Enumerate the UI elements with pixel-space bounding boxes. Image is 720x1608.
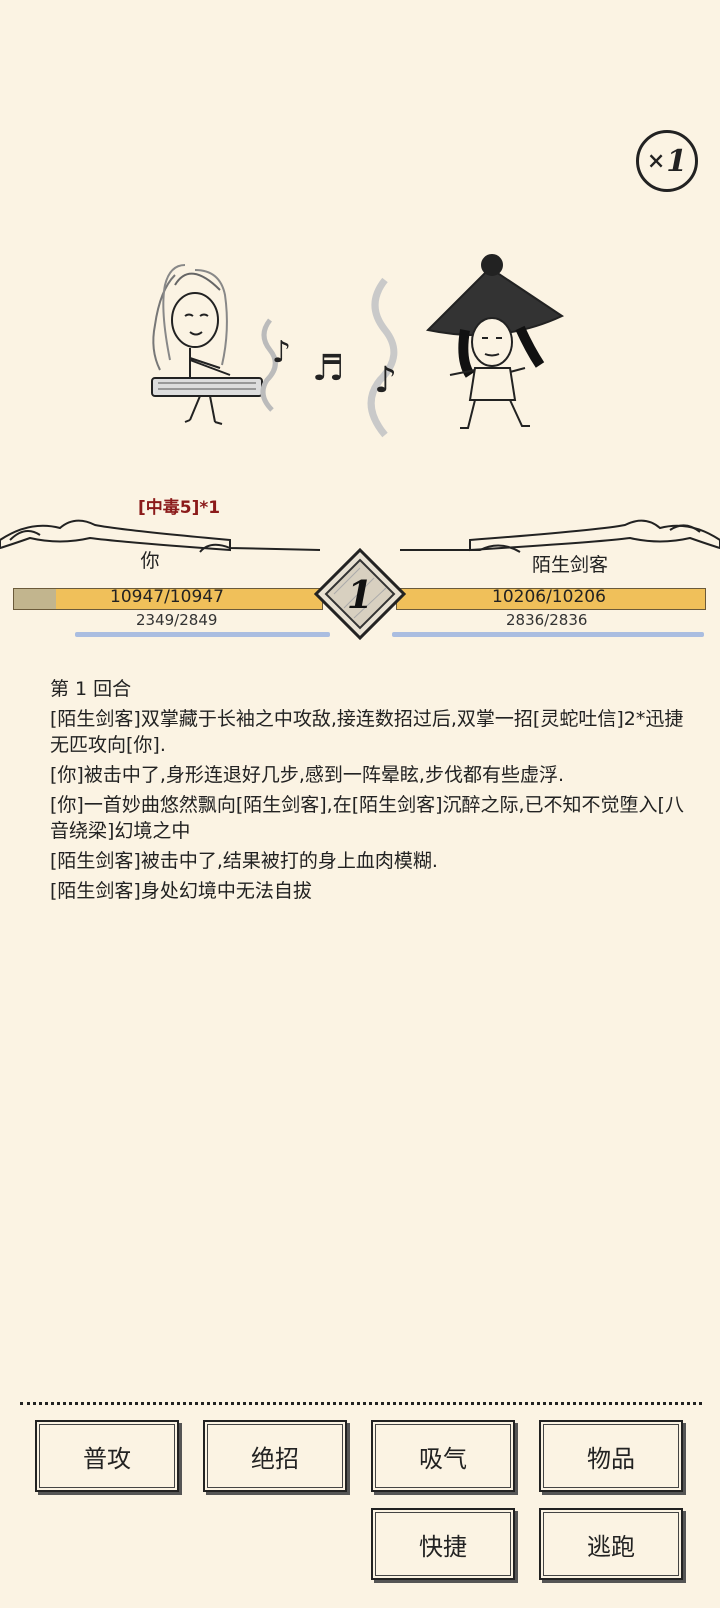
player-mp-value: 2349/2849: [136, 611, 218, 629]
player-mp-bar: [75, 632, 330, 637]
speed-prefix: ×: [646, 148, 666, 174]
enemy-hp-value: 10206/10206: [492, 587, 606, 607]
music-note-icon: ♬: [312, 348, 344, 389]
music-aura-right: [367, 277, 398, 438]
action-divider: [20, 1402, 702, 1405]
ultimate-button[interactable]: 绝招: [203, 1420, 347, 1492]
enemy-mp-bar: [392, 632, 704, 637]
player-hp-value: 10947/10947: [110, 587, 224, 607]
player-hp-bar-empty: [14, 589, 56, 609]
enemy-name: 陌生剑客: [531, 554, 608, 576]
breathe-button[interactable]: 吸气: [371, 1420, 515, 1492]
attack-button[interactable]: 普攻: [35, 1420, 179, 1492]
enemy-character: [425, 254, 565, 429]
quick-button[interactable]: 快捷: [371, 1508, 515, 1580]
music-note-icon: ♪: [272, 335, 291, 370]
log-line: [陌生剑客]身处幻境中无法自拔: [50, 880, 312, 902]
log-line: [陌生剑客]双掌藏于长袖之中攻敌,接连数招过后,双掌一招[灵蛇吐信]2*迅捷无匹…: [50, 708, 684, 756]
log-line: [你]被击中了,身形连退好几步,感到一阵晕眩,步伐都有些虚浮.: [50, 764, 564, 786]
round-badge: 1: [314, 548, 406, 640]
player-name: 你: [140, 550, 160, 572]
items-button[interactable]: 物品: [539, 1420, 683, 1492]
battle-log: 第 1 回合 [陌生剑客]双掌藏于长袖之中攻敌,接连数招过后,双掌一招[灵蛇吐信…: [50, 676, 690, 908]
log-line: [陌生剑客]被击中了,结果被打的身上血肉模糊.: [50, 850, 438, 872]
round-number: 1: [347, 572, 373, 617]
flee-button[interactable]: 逃跑: [539, 1508, 683, 1580]
music-note-icon: ♪: [374, 360, 397, 401]
log-line: [你]一首妙曲悠然飘向[陌生剑客],在[陌生剑客]沉醉之际,已不知不觉堕入[八音…: [50, 794, 684, 842]
log-line: 第 1 回合: [50, 678, 132, 700]
enemy-mp-value: 2836/2836: [506, 611, 588, 629]
battle-scene: ♪ ♬ ♪: [151, 254, 565, 438]
player-character: [151, 264, 263, 425]
speed-toggle-button[interactable]: × 1: [636, 130, 698, 192]
speed-value: 1: [666, 143, 688, 179]
